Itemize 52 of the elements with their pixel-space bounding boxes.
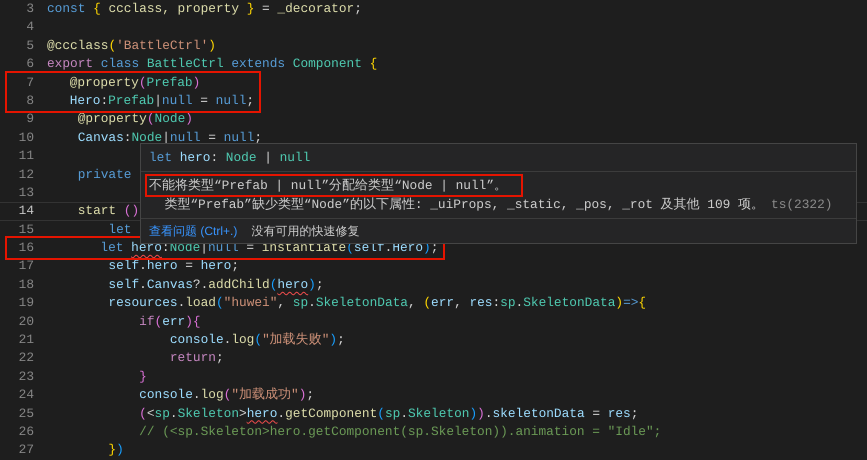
line-number: 16 xyxy=(18,239,34,258)
line-number: 5 xyxy=(25,36,34,55)
line-number: 9 xyxy=(25,110,34,128)
code-line: let xyxy=(107,220,132,239)
code-line: self.Canvas?.addChild(hero); xyxy=(107,276,324,294)
error-message: 不能将类型“Prefab | null”分配给类型“Node | null”。 xyxy=(149,177,508,195)
line-number: 7 xyxy=(25,74,34,92)
code-line: Canvas:Node|null = null; xyxy=(76,128,262,147)
line-number: 3 xyxy=(25,0,34,18)
code-line: Hero:Prefab|null = null; xyxy=(68,92,254,110)
line-number: 12 xyxy=(18,166,34,184)
line-number: 13 xyxy=(18,184,34,202)
line-number: 21 xyxy=(18,331,34,350)
line-number: 10 xyxy=(18,128,34,147)
code-line: private xyxy=(76,166,132,184)
error-code: ts(2322) xyxy=(771,196,832,214)
code-line: start () xyxy=(76,202,140,220)
line-number: 24 xyxy=(18,386,34,404)
code-line: }) xyxy=(107,441,124,460)
code-line: // (<sp.Skeleton>hero.getComponent(sp.Skeleton)).animation = "Idle"; xyxy=(138,422,662,441)
line-number: 22 xyxy=(18,349,34,368)
code-line: resources.load("huwei", sp.SkeletonData, (err, res:sp.SkeletonData)=>{ xyxy=(107,294,646,312)
type-signature: let hero: Node | null xyxy=(149,150,310,165)
line-number: 11 xyxy=(18,147,34,166)
line-number: 25 xyxy=(18,404,34,423)
view-problem-link[interactable]: 查看问题 (Ctrl+.) xyxy=(149,222,238,240)
code-line: @property(Prefab) xyxy=(68,74,200,92)
line-number: 6 xyxy=(25,55,34,74)
no-quick-fix-text: 没有可用的快速修复 xyxy=(251,223,360,240)
line-number: 23 xyxy=(18,368,34,386)
code-line: @property(Node) xyxy=(76,110,193,128)
code-line: @ccclass('BattleCtrl') xyxy=(46,36,216,55)
error-message: 类型“Prefab”缺少类型“Node”的以下属性: _uiProps, _static, _pos, _rot 及其他 109 项。 xyxy=(163,196,764,214)
line-number: 17 xyxy=(18,257,34,276)
line-number: 27 xyxy=(18,441,34,460)
line-number: 8 xyxy=(25,92,34,110)
code-line: return; xyxy=(168,349,224,368)
line-number: 26 xyxy=(18,422,34,441)
code-line: self.hero = hero; xyxy=(107,257,240,276)
line-number: 18 xyxy=(18,276,34,294)
line-number: 19 xyxy=(18,294,34,312)
code-line: (<sp.Skeleton>hero.getComponent(sp.Skeleton)).skeletonData = res; xyxy=(138,404,638,423)
code-line: const { ccclass, property } = _decorator; xyxy=(46,0,362,18)
code-line: if(err){ xyxy=(138,312,201,331)
line-number: 15 xyxy=(18,220,34,239)
code-line: console.log("加载成功"); xyxy=(138,386,314,404)
line-number: 20 xyxy=(18,312,34,331)
code-line: export class BattleCtrl extends Component { xyxy=(46,55,378,74)
code-line: } xyxy=(138,368,147,386)
line-number: 4 xyxy=(25,18,34,36)
code-line: console.log("加载失败"); xyxy=(168,331,345,350)
line-number: 14 xyxy=(18,202,34,220)
